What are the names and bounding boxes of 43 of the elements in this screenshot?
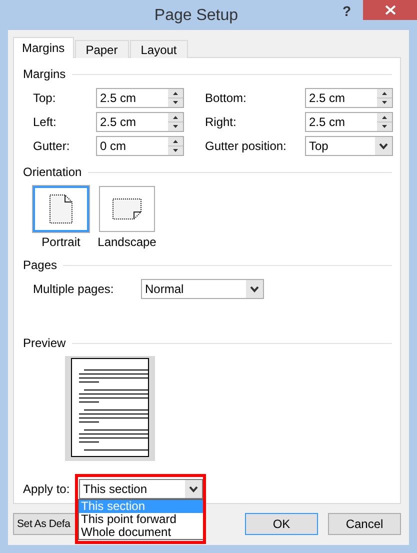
field-label: Bottom: xyxy=(205,91,248,105)
spinner-icon[interactable] xyxy=(168,89,183,107)
orientation-label: Portrait xyxy=(42,235,80,249)
window-title: Page Setup xyxy=(153,6,240,25)
landscape-page-icon xyxy=(112,198,142,220)
input-field[interactable]: 2.5 cm xyxy=(96,88,184,108)
orientation-label: Landscape xyxy=(98,235,156,249)
tab[interactable]: Paper xyxy=(74,40,129,58)
field-label: Left: xyxy=(33,115,58,129)
orientation-button[interactable] xyxy=(99,186,155,232)
field-label: Gutter: xyxy=(33,139,71,153)
field-label: Multiple pages: xyxy=(33,282,115,296)
spinner-icon[interactable] xyxy=(377,89,392,107)
spinner-icon[interactable] xyxy=(377,113,392,131)
spinner-icon[interactable] xyxy=(168,113,183,131)
dropdown-field[interactable]: Top xyxy=(305,136,393,156)
input-field[interactable]: 2.5 cm xyxy=(305,88,393,108)
section-title: Pages xyxy=(23,258,58,272)
input-field[interactable]: 0 cm xyxy=(96,136,184,156)
field-label: Apply to: xyxy=(23,482,71,496)
input-field[interactable]: 2.5 cm xyxy=(305,112,393,132)
ok-button[interactable]: OK xyxy=(245,513,318,535)
portrait-page-icon xyxy=(49,194,73,224)
close-button[interactable] xyxy=(363,0,417,20)
section-title: Orientation xyxy=(23,165,82,179)
chevron-icon[interactable] xyxy=(185,480,202,498)
tab[interactable]: Margins xyxy=(13,37,74,58)
input-field[interactable]: 2.5 cm xyxy=(96,112,184,132)
field-label: Gutter position: xyxy=(205,139,288,153)
dropdown-field[interactable]: This section xyxy=(79,479,203,499)
chevron-icon[interactable] xyxy=(375,137,392,155)
tab[interactable]: Layout xyxy=(130,40,188,58)
orientation-button[interactable] xyxy=(33,186,89,232)
close-icon xyxy=(384,5,396,15)
spinner-icon[interactable] xyxy=(168,137,183,155)
section-title: Margins xyxy=(23,67,66,81)
field-label: Right: xyxy=(205,115,238,129)
chevron-icon[interactable] xyxy=(246,280,263,298)
field-label: Top: xyxy=(33,91,57,105)
help-button[interactable]: ? xyxy=(342,0,363,19)
section-title: Preview xyxy=(23,336,66,350)
cancel-button[interactable]: Cancel xyxy=(328,513,401,535)
dropdown-field[interactable]: Normal xyxy=(141,279,264,299)
